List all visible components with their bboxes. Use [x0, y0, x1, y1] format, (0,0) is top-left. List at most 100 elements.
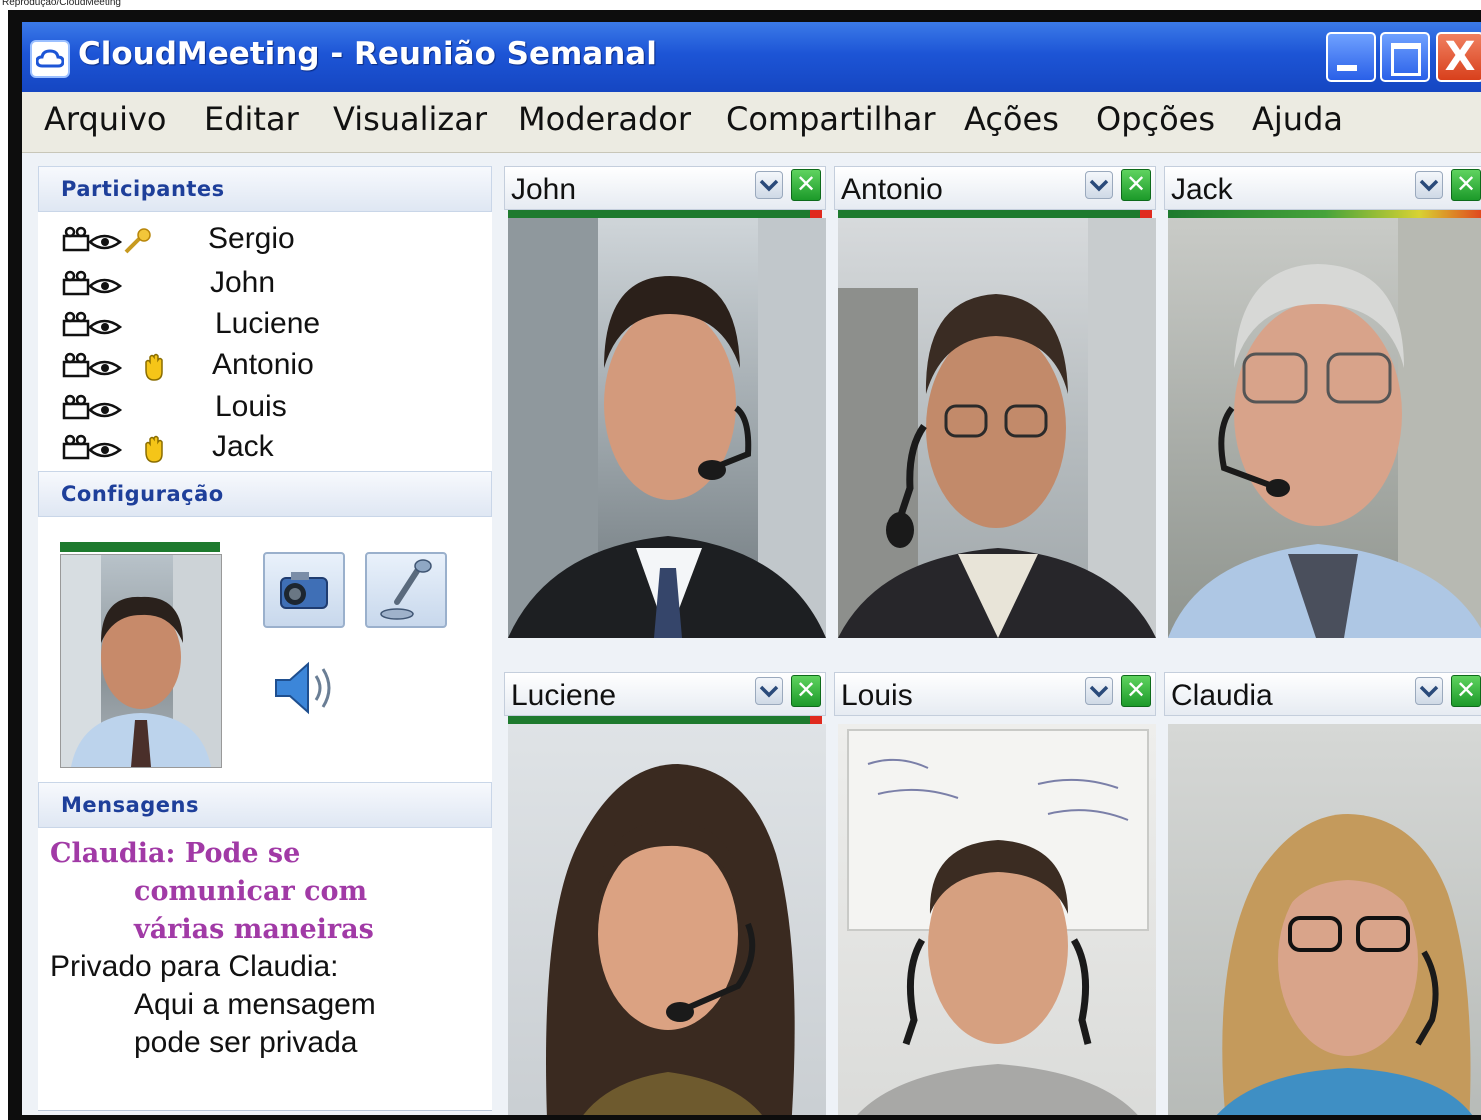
participant-name: Louis [215, 390, 287, 423]
microphone-button[interactable] [365, 552, 447, 628]
audio-level-meter [508, 716, 822, 724]
message-input[interactable] [38, 1110, 492, 1115]
video-tile-claudia: Claudia ✕ [1164, 672, 1481, 1115]
side-panel: Participantes Sergio John Luciene Antoni… [38, 166, 492, 1115]
participant-name: Sergio [208, 222, 295, 255]
participant-name: Antonio [212, 348, 314, 381]
participant-row-john[interactable]: John [38, 264, 492, 304]
chevron-down-icon[interactable] [755, 677, 783, 705]
tile-participant-name: Louis [841, 679, 913, 712]
camera-eye-key-icon [62, 226, 151, 254]
audio-peak [810, 210, 822, 218]
participants-heading: Participantes [61, 177, 225, 201]
close-button[interactable]: X [1436, 32, 1481, 82]
chevron-down-icon[interactable] [1415, 171, 1443, 199]
participant-row-antonio[interactable]: Antonio [38, 346, 492, 386]
close-tile-button[interactable]: ✕ [791, 169, 821, 201]
audio-level-meter [1168, 210, 1481, 218]
video-tile-luciene: Luciene ✕ [504, 672, 826, 1115]
menu-editar[interactable]: Editar [204, 100, 299, 138]
message-line: várias maneiras [134, 914, 374, 945]
chevron-down-icon[interactable] [1085, 171, 1113, 199]
video-tile-antonio: Antonio ✕ [834, 166, 1156, 642]
config-heading: Configuração [61, 482, 224, 506]
participant-row-luciene[interactable]: Luciene [38, 305, 492, 345]
participant-status-icons [62, 434, 182, 470]
maximize-button[interactable] [1380, 32, 1430, 82]
chevron-down-icon[interactable] [755, 171, 783, 199]
participant-row-louis[interactable]: Louis [38, 388, 492, 428]
participant-name: Jack [212, 430, 274, 463]
video-tile-louis: Louis ✕ [834, 672, 1156, 1115]
video-feed [508, 724, 826, 1115]
camera-eye-icon [62, 270, 123, 296]
tile-header: Louis ✕ [834, 672, 1156, 716]
close-tile-button[interactable]: ✕ [791, 675, 821, 707]
tile-participant-name: Luciene [511, 679, 617, 712]
title-bar[interactable]: CloudMeeting - Reunião Semanal X [22, 22, 1481, 92]
message-log: Claudia: Pode se comunicar com várias ma… [38, 836, 492, 1096]
video-feed [838, 724, 1156, 1115]
menu-visualizar[interactable]: Visualizar [333, 100, 487, 138]
message-line: Aqui a mensagem [134, 988, 376, 1021]
message-line: Claudia: Pode se [50, 838, 301, 869]
audio-peak [810, 716, 822, 724]
chevron-down-icon[interactable] [1415, 677, 1443, 705]
video-feed [508, 218, 826, 638]
tile-participant-name: John [511, 173, 577, 206]
audio-level-meter [508, 210, 822, 218]
tile-header: Jack ✕ [1164, 166, 1481, 210]
close-tile-button[interactable]: ✕ [1121, 675, 1151, 707]
close-tile-button[interactable]: ✕ [1451, 169, 1481, 201]
video-feed [1168, 724, 1481, 1115]
participant-status-icons [62, 270, 126, 304]
tile-participant-name: Jack [1171, 173, 1233, 206]
tile-header: Claudia ✕ [1164, 672, 1481, 716]
camera-eye-icon [62, 311, 123, 337]
message-line: comunicar com [134, 876, 368, 907]
close-tile-button[interactable]: ✕ [1121, 169, 1151, 201]
video-feed [1168, 218, 1481, 638]
menu-opcoes[interactable]: Opções [1096, 100, 1215, 138]
participants-header[interactable]: Participantes [38, 166, 492, 212]
close-tile-button[interactable]: ✕ [1451, 675, 1481, 707]
tile-header: John ✕ [504, 166, 826, 210]
menu-arquivo[interactable]: Arquivo [44, 100, 166, 138]
audio-level-meter [838, 210, 1152, 218]
video-feed [838, 218, 1156, 638]
messages-header[interactable]: Mensagens [38, 782, 492, 828]
participant-row-jack[interactable]: Jack [38, 428, 492, 468]
minimize-button[interactable] [1326, 32, 1376, 82]
menu-bar: Arquivo Editar Visualizar Moderador Comp… [22, 92, 1481, 153]
participant-status-icons [62, 352, 182, 388]
participant-row-sergio[interactable]: Sergio [38, 220, 492, 260]
camera-button[interactable] [263, 552, 345, 628]
config-area [38, 518, 492, 778]
config-header[interactable]: Configuração [38, 471, 492, 517]
menu-compartilhar[interactable]: Compartilhar [726, 100, 936, 138]
self-video-preview [60, 554, 222, 768]
tile-participant-name: Antonio [841, 173, 943, 206]
window-title: CloudMeeting - Reunião Semanal [78, 36, 657, 72]
message-line: Privado para Claudia: [50, 950, 339, 983]
participant-name: Luciene [215, 307, 321, 340]
photo-credit: Reprodução/CloudMeeting [2, 0, 121, 8]
menu-ajuda[interactable]: Ajuda [1252, 100, 1343, 138]
camera-eye-hand-icon [62, 434, 163, 463]
messages-heading: Mensagens [61, 793, 199, 817]
self-audio-level [60, 542, 220, 552]
camera-icon [280, 572, 328, 609]
microphone-icon [380, 559, 432, 620]
video-tile-john: John ✕ [504, 166, 826, 642]
chevron-down-icon[interactable] [1085, 677, 1113, 705]
tile-participant-name: Claudia [1171, 679, 1273, 712]
participant-name: John [210, 266, 276, 299]
video-tile-jack: Jack ✕ [1164, 166, 1481, 642]
participant-status-icons [62, 394, 126, 428]
speaker-icon[interactable] [268, 656, 344, 720]
menu-moderador[interactable]: Moderador [518, 100, 691, 138]
tile-header: Luciene ✕ [504, 672, 826, 716]
participant-status-icons [62, 311, 126, 345]
message-line: pode ser privada [134, 1026, 358, 1059]
menu-acoes[interactable]: Ações [964, 100, 1059, 138]
